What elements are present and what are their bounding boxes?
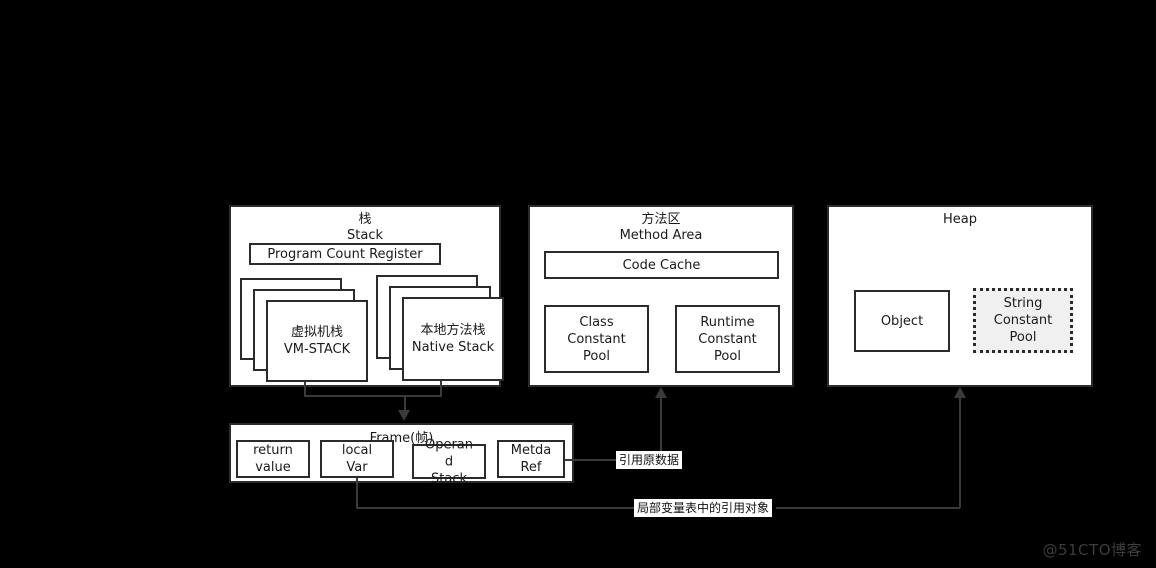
frame-slot-return-value: return value bbox=[236, 440, 310, 478]
connector-localvar-right-b bbox=[776, 507, 960, 509]
vm-stack-stacked-box: 虚拟机栈 VM-STACK bbox=[240, 278, 370, 382]
code-cache-box: Code Cache bbox=[544, 251, 779, 279]
site-watermark: @51CTO博客 bbox=[1042, 541, 1142, 559]
edge-label-reference-metadata: 引用原数据 bbox=[616, 451, 683, 469]
program-count-register-box: Program Count Register bbox=[249, 243, 441, 265]
connector-native-stack-down bbox=[440, 381, 442, 395]
frame-slot-metda-ref: Metda Ref bbox=[497, 440, 565, 478]
diagram-canvas: 栈 Stack Program Count Register 虚拟机栈 VM-S… bbox=[0, 0, 1156, 568]
vm-stack-label: 虚拟机栈 VM-STACK bbox=[266, 300, 368, 382]
connector-stacks-merge bbox=[304, 395, 442, 397]
class-constant-pool-box: Class Constant Pool bbox=[544, 305, 649, 373]
connector-metdaref-right bbox=[565, 459, 616, 461]
edge-label-localvar-reference-object: 局部变量表中的引用对象 bbox=[634, 499, 773, 517]
native-stack-stacked-box: 本地方法栈 Native Stack bbox=[376, 275, 506, 381]
connector-localvar-up bbox=[959, 397, 961, 508]
connector-localvar-right-a bbox=[356, 507, 634, 509]
region-stack-title: 栈 Stack bbox=[347, 212, 383, 243]
runtime-constant-pool-box: Runtime Constant Pool bbox=[675, 305, 780, 373]
object-box: Object bbox=[854, 290, 950, 352]
frame-slot-local-var: local Var bbox=[320, 440, 394, 478]
arrow-into-frame-icon bbox=[398, 410, 410, 421]
string-constant-pool-box: String Constant Pool bbox=[973, 288, 1073, 353]
connector-vm-stack-down bbox=[304, 382, 306, 395]
frame-slot-operand-stack: Operan d Stack bbox=[412, 437, 486, 486]
region-heap-title: Heap bbox=[943, 212, 977, 227]
native-stack-label: 本地方法栈 Native Stack bbox=[402, 297, 504, 381]
region-method-area-title: 方法区 Method Area bbox=[619, 212, 703, 243]
arrow-into-method-area-icon bbox=[655, 387, 667, 398]
arrow-into-heap-icon bbox=[954, 387, 966, 398]
connector-localvar-down bbox=[356, 478, 358, 508]
connector-metdaref-up bbox=[660, 397, 662, 451]
